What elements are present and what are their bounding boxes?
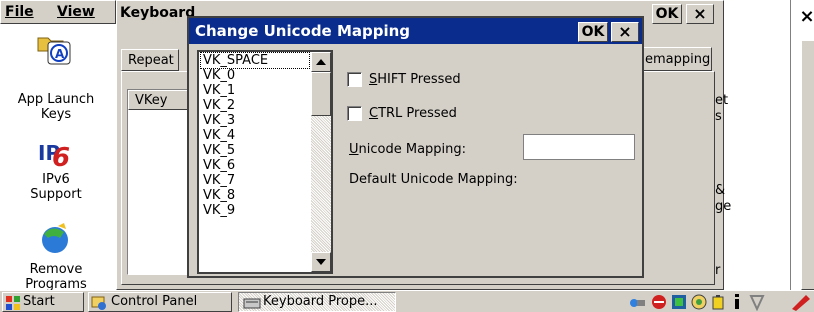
app-tray-icon[interactable] [670,293,688,311]
tab-repeat[interactable]: Repeat [121,49,179,71]
taskbar: Start Control Panel Keyboard Prope... [0,290,814,312]
dialog-ok-button[interactable]: OK [578,22,608,42]
bg-fragment-5: r [715,263,721,278]
vkey-item[interactable]: VK_1 [201,83,309,98]
menu-file[interactable]: File [5,4,34,20]
outer-close-button[interactable]: × [799,6,814,27]
control-panel-icon [91,296,106,310]
ipv6-label-2: Support [30,187,82,202]
bg-fragment-4: ge [715,199,732,214]
bg-fragment-1: et [715,93,729,108]
vkey-item[interactable]: VK_4 [201,128,309,143]
globe-tray-icon[interactable] [690,293,708,311]
desktop-icon-ipv6[interactable]: IP 6 IPv6 Support [0,136,112,216]
vkey-column-label: VKey [135,93,168,108]
dialog-close-button[interactable]: × [611,22,639,42]
vkey-item[interactable]: VK_SPACE [200,52,310,69]
ctrl-checkbox[interactable] [347,106,362,121]
app-launch-keys-label-2: Keys [40,107,72,122]
taskbar-keyboard-properties[interactable]: Keyboard Prope... [238,292,396,312]
start-label: Start [23,294,55,309]
dialog-title: Change Unicode Mapping [195,22,411,40]
keyboard-window-title: Keyboard [120,5,196,21]
app-launch-keys-label-1: App Launch [17,92,95,107]
keyboard-close-button[interactable]: × [686,4,714,24]
vkey-items: VK_SPACE VK_0 VK_1 VK_2 VK_3 VK_4 VK_5 V… [200,52,310,218]
unicode-mapping-label: Unicode Mapping: [349,142,467,157]
bg-fragment-3: & [715,183,726,198]
vkey-list[interactable]: VKey [127,89,193,275]
app-launch-keys-icon: A [37,37,71,65]
vkey-item[interactable]: VK_0 [201,68,309,83]
control-panel-label: Control Panel [111,294,198,309]
info-tray-icon[interactable] [730,293,744,311]
scroll-thumb[interactable] [311,72,331,116]
remove-programs-label-1: Remove [29,262,83,277]
menu-view-label: View [57,4,95,20]
svg-text:6: 6 [52,143,70,172]
unicode-mapping-input[interactable] [523,134,635,160]
default-unicode-mapping-label: Default Unicode Mapping: [349,172,518,187]
svg-text:A: A [55,47,65,61]
vkey-item[interactable]: VK_2 [201,98,309,113]
menu-view[interactable]: View [57,4,95,20]
dialog-titlebar: Change Unicode Mapping OK × [189,18,642,44]
vkey-item[interactable]: VK_3 [201,113,309,128]
scroll-up-button[interactable] [311,52,331,72]
arrow-down-icon [316,259,326,265]
windows-flag-icon [6,296,20,310]
ipv6-label-1: IPv6 [42,172,70,187]
keyboard-properties-label: Keyboard Prope... [263,294,378,309]
outer-scrollbar[interactable] [801,40,814,290]
arrow-up-icon [316,59,326,65]
ipv6-icon: IP 6 [38,141,70,172]
menu-file-label: File [5,4,34,20]
tab-remapping-label: emapping [645,52,711,67]
vkey-column-header[interactable]: VKey [128,90,192,110]
vkey-item[interactable]: VK_6 [201,158,309,173]
shift-checkbox[interactable] [347,72,362,87]
vkey-item[interactable]: VK_8 [201,188,309,203]
ctrl-label: CTRL Pressed [369,106,457,121]
pen-tray-icon[interactable] [788,293,812,311]
vkey-scrollbar[interactable] [311,52,331,272]
vkey-item[interactable]: VK_7 [201,173,309,188]
remove-programs-icon [42,223,68,253]
keyboard-ok-button[interactable]: OK [652,4,682,24]
tab-repeat-label: Repeat [128,53,174,68]
start-button[interactable]: Start [2,292,84,312]
scroll-down-button[interactable] [311,252,331,272]
keyboard-icon [243,298,261,309]
outer-window-strip: × [790,0,814,290]
signal-tray-icon[interactable] [748,293,766,311]
battery-tray-icon[interactable] [710,293,726,311]
change-unicode-dialog: Change Unicode Mapping OK × VK_SPACE VK_… [187,16,644,278]
taskbar-control-panel[interactable]: Control Panel [88,292,232,312]
vkey-listbox[interactable]: VK_SPACE VK_0 VK_1 VK_2 VK_3 VK_4 VK_5 V… [197,50,333,274]
blocked-tray-icon[interactable] [650,293,668,311]
shift-label: SHIFT Pressed [369,72,461,87]
tab-remapping[interactable]: emapping [642,47,712,71]
desktop-menubar: File View [0,0,116,24]
desktop-icon-remove-programs[interactable]: Remove Programs [0,222,112,292]
vkey-item[interactable]: VK_9 [201,203,309,218]
bg-fragment-2: s [715,109,722,124]
network-tray-icon[interactable] [628,294,646,310]
vkey-item[interactable]: VK_5 [201,143,309,158]
desktop-icon-app-launch-keys[interactable]: A App Launch Keys [0,32,112,122]
